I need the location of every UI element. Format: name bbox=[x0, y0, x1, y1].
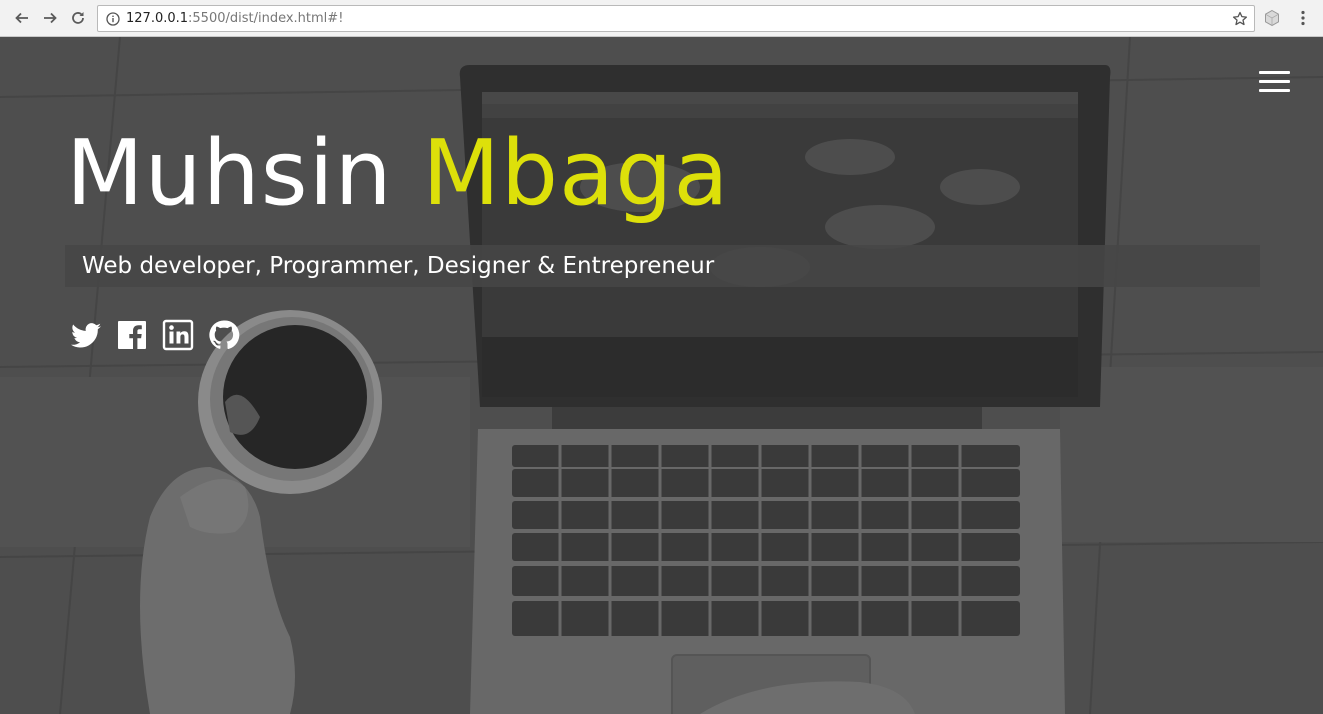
url-text[interactable]: 127.0.0.1:5500/dist/index.html#! bbox=[126, 11, 343, 26]
hero-name-heading: Muhsin Mbaga bbox=[66, 119, 730, 229]
social-links bbox=[70, 319, 254, 351]
reload-button[interactable] bbox=[67, 7, 89, 29]
browser-menu-icon[interactable] bbox=[1294, 9, 1312, 27]
linkedin-icon bbox=[162, 319, 194, 351]
arrow-left-icon bbox=[15, 12, 28, 24]
github-link[interactable] bbox=[208, 319, 240, 351]
address-bar[interactable]: 127.0.0.1:5500/dist/index.html#! bbox=[97, 5, 1255, 32]
browser-toolbar: 127.0.0.1:5500/dist/index.html#! bbox=[0, 0, 1323, 37]
twitter-icon bbox=[71, 323, 101, 348]
last-name: Mbaga bbox=[422, 121, 730, 226]
reload-icon bbox=[72, 12, 84, 24]
hamburger-line bbox=[1259, 89, 1290, 92]
url-path: :5500/dist/index.html#! bbox=[188, 11, 344, 26]
linkedin-link[interactable] bbox=[162, 319, 194, 351]
hamburger-line bbox=[1259, 71, 1290, 74]
bookmark-star-icon[interactable] bbox=[1232, 11, 1248, 27]
hero-section: Muhsin Mbaga Web developer, Programmer, … bbox=[0, 37, 1323, 714]
tagline-text: Web developer, Programmer, Designer & En… bbox=[82, 253, 715, 279]
twitter-link[interactable] bbox=[70, 319, 102, 351]
facebook-icon bbox=[118, 321, 146, 349]
tagline-banner: Web developer, Programmer, Designer & En… bbox=[65, 245, 1260, 287]
url-host: 127.0.0.1 bbox=[126, 11, 189, 26]
info-icon[interactable] bbox=[106, 11, 120, 26]
back-button[interactable] bbox=[11, 7, 33, 29]
menu-toggle-button[interactable] bbox=[1259, 71, 1290, 93]
extension-icon[interactable] bbox=[1263, 9, 1281, 27]
arrow-right-icon bbox=[44, 12, 57, 24]
hamburger-line bbox=[1259, 80, 1290, 83]
github-icon bbox=[209, 320, 240, 350]
facebook-link[interactable] bbox=[116, 319, 148, 351]
forward-button[interactable] bbox=[39, 7, 61, 29]
first-name: Muhsin bbox=[66, 121, 393, 226]
